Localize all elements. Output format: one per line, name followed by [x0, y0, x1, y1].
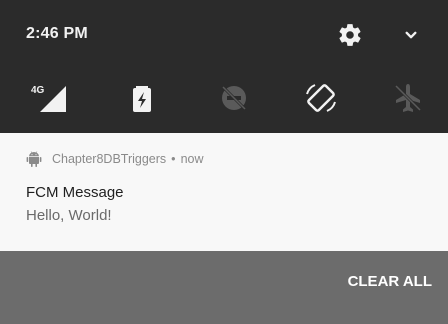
notification-app-row: Chapter8DBTriggers • now [26, 151, 204, 167]
quick-settings-header: 2:46 PM 4G [0, 0, 448, 133]
clear-all-button[interactable]: CLEAR ALL [348, 273, 432, 290]
do-not-disturb-icon[interactable] [214, 80, 254, 116]
signal-4g-icon[interactable]: 4G [30, 80, 70, 116]
clear-all-bar: CLEAR ALL [0, 251, 448, 324]
notification-time: now [180, 152, 204, 166]
battery-saver-icon[interactable] [122, 80, 162, 116]
notification-shade-screen: 2:46 PM 4G Chapter8DBTriggers • now FCM … [0, 0, 448, 324]
notification-app-name: Chapter8DBTriggers [52, 152, 167, 166]
notification-separator: • [171, 152, 176, 166]
airplane-mode-icon[interactable] [388, 80, 428, 116]
clock-time: 2:46 PM [26, 25, 88, 42]
android-icon [26, 151, 42, 167]
gear-icon[interactable] [337, 22, 363, 48]
notification-title: FCM Message [26, 184, 124, 201]
notification-body: Hello, World! [26, 207, 112, 224]
signal-4g-label: 4G [31, 85, 45, 96]
chevron-down-icon[interactable] [398, 22, 424, 48]
auto-rotate-icon[interactable] [301, 80, 341, 116]
notification-card[interactable]: Chapter8DBTriggers • now FCM Message Hel… [0, 133, 448, 251]
